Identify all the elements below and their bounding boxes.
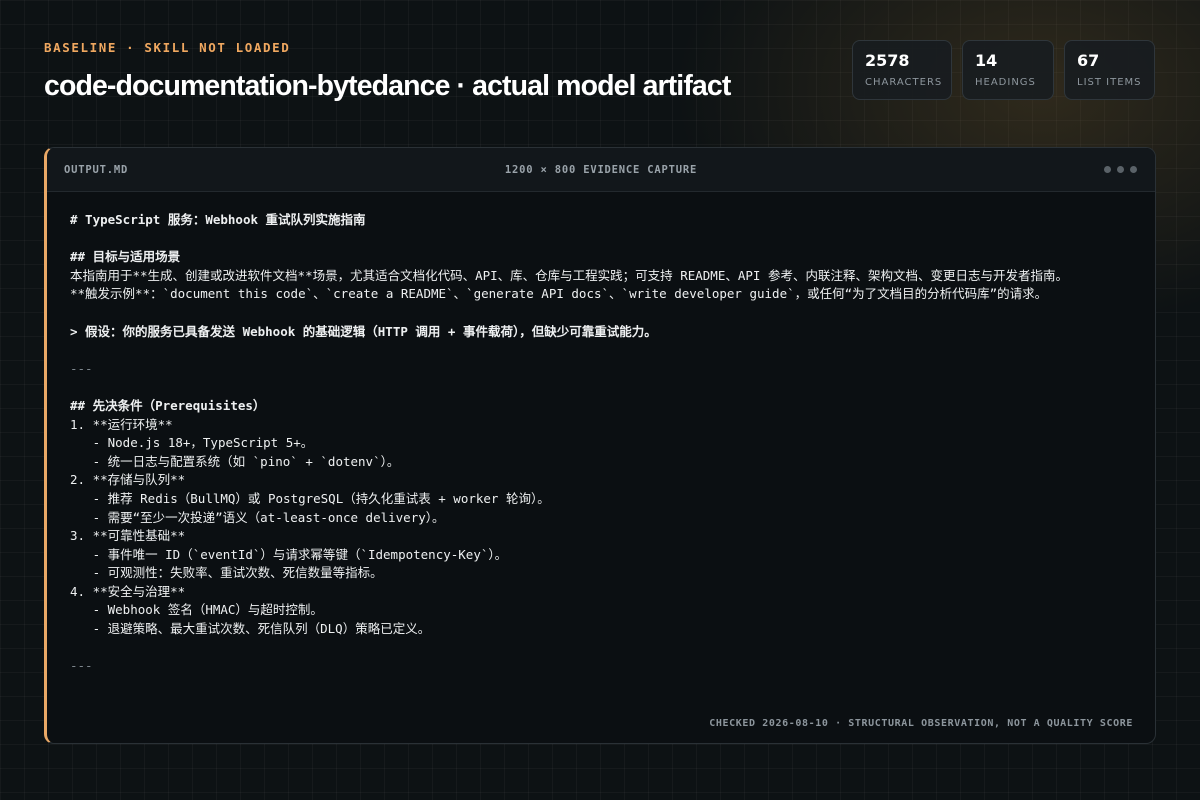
document-line: 本指南用于**生成、创建或改进软件文档**场景，尤其适合文档化代码、API、库、… — [70, 267, 1068, 283]
dot-icon — [1104, 166, 1111, 173]
panel-caption: 1200 × 800 EVIDENCE CAPTURE — [504, 164, 698, 176]
stat-label: HEADINGS — [975, 77, 1036, 88]
stats-group: 2578 CHARACTERS 14 HEADINGS 67 LIST ITEM… — [852, 40, 1155, 100]
document-line: --- — [70, 360, 93, 376]
document-line: - 需要“至少一次投递”语义（at-least-once delivery）。 — [70, 509, 445, 525]
document-line: # TypeScript 服务：Webhook 重试队列实施指南 — [70, 212, 366, 227]
document-line: - 事件唯一 ID（`eventId`）与请求幂等键（`Idempotency-… — [70, 546, 508, 562]
document-line: 1. **运行环境** — [70, 416, 173, 432]
document-line — [70, 639, 1135, 658]
stat-value: 14 — [975, 51, 998, 70]
stat-card-list-items: 67 LIST ITEMS — [1064, 40, 1155, 100]
stat-value: 67 — [1077, 51, 1100, 70]
stat-card-characters: 2578 CHARACTERS — [852, 40, 952, 100]
page-title: code-documentation-bytedance · actual mo… — [44, 70, 731, 102]
document-line: 3. **可靠性基础** — [70, 528, 186, 544]
document-line: - 推荐 Redis（BullMQ）或 PostgreSQL（持久化重试表 + … — [70, 490, 550, 506]
document-line: **触发示例**：`document this code`、`create a … — [70, 286, 1048, 302]
document-line: - 统一日志与配置系统（如 `pino` + `dotenv`）。 — [70, 453, 400, 469]
document-line: > 假设：你的服务已具备发送 Webhook 的基础逻辑（HTTP 调用 + 事… — [70, 323, 657, 339]
document-line: - 退避策略、最大重试次数、死信队列（DLQ）策略已定义。 — [70, 621, 431, 637]
stat-card-headings: 14 HEADINGS — [962, 40, 1054, 100]
document-line: - 可观测性：失败率、重试次数、死信数量等指标。 — [70, 565, 383, 581]
document-line: --- — [70, 658, 93, 674]
document-line — [70, 230, 1135, 249]
document-line: 4. **安全与治理** — [70, 583, 186, 599]
window-controls[interactable] — [1104, 166, 1137, 173]
panel-footer: CHECKED 2026-08-10 · STRUCTURAL OBSERVAT… — [709, 718, 1133, 729]
document-line: - Node.js 18+，TypeScript 5+。 — [70, 435, 314, 451]
document-body: # TypeScript 服务：Webhook 重试队列实施指南 ## 目标与适用… — [70, 211, 1135, 676]
document-line — [70, 378, 1135, 397]
document-line: ## 目标与适用场景 — [70, 249, 181, 265]
stat-value: 2578 — [865, 51, 910, 70]
document-line: ## 先决条件（Prerequisites） — [70, 397, 266, 413]
output-panel: OUTPUT.MD 1200 × 800 EVIDENCE CAPTURE # … — [44, 147, 1156, 744]
document-line — [70, 304, 1135, 323]
stat-label: CHARACTERS — [865, 77, 943, 88]
dot-icon — [1117, 166, 1124, 173]
dot-icon — [1130, 166, 1137, 173]
baseline-eyebrow: BASELINE · SKILL NOT LOADED — [44, 40, 291, 55]
document-line: - Webhook 签名（HMAC）与超时控制。 — [70, 602, 323, 618]
stat-label: LIST ITEMS — [1077, 77, 1142, 88]
document-line: 2. **存储与队列** — [70, 472, 186, 488]
panel-header: OUTPUT.MD 1200 × 800 EVIDENCE CAPTURE — [47, 148, 1155, 192]
document-line — [70, 341, 1135, 360]
